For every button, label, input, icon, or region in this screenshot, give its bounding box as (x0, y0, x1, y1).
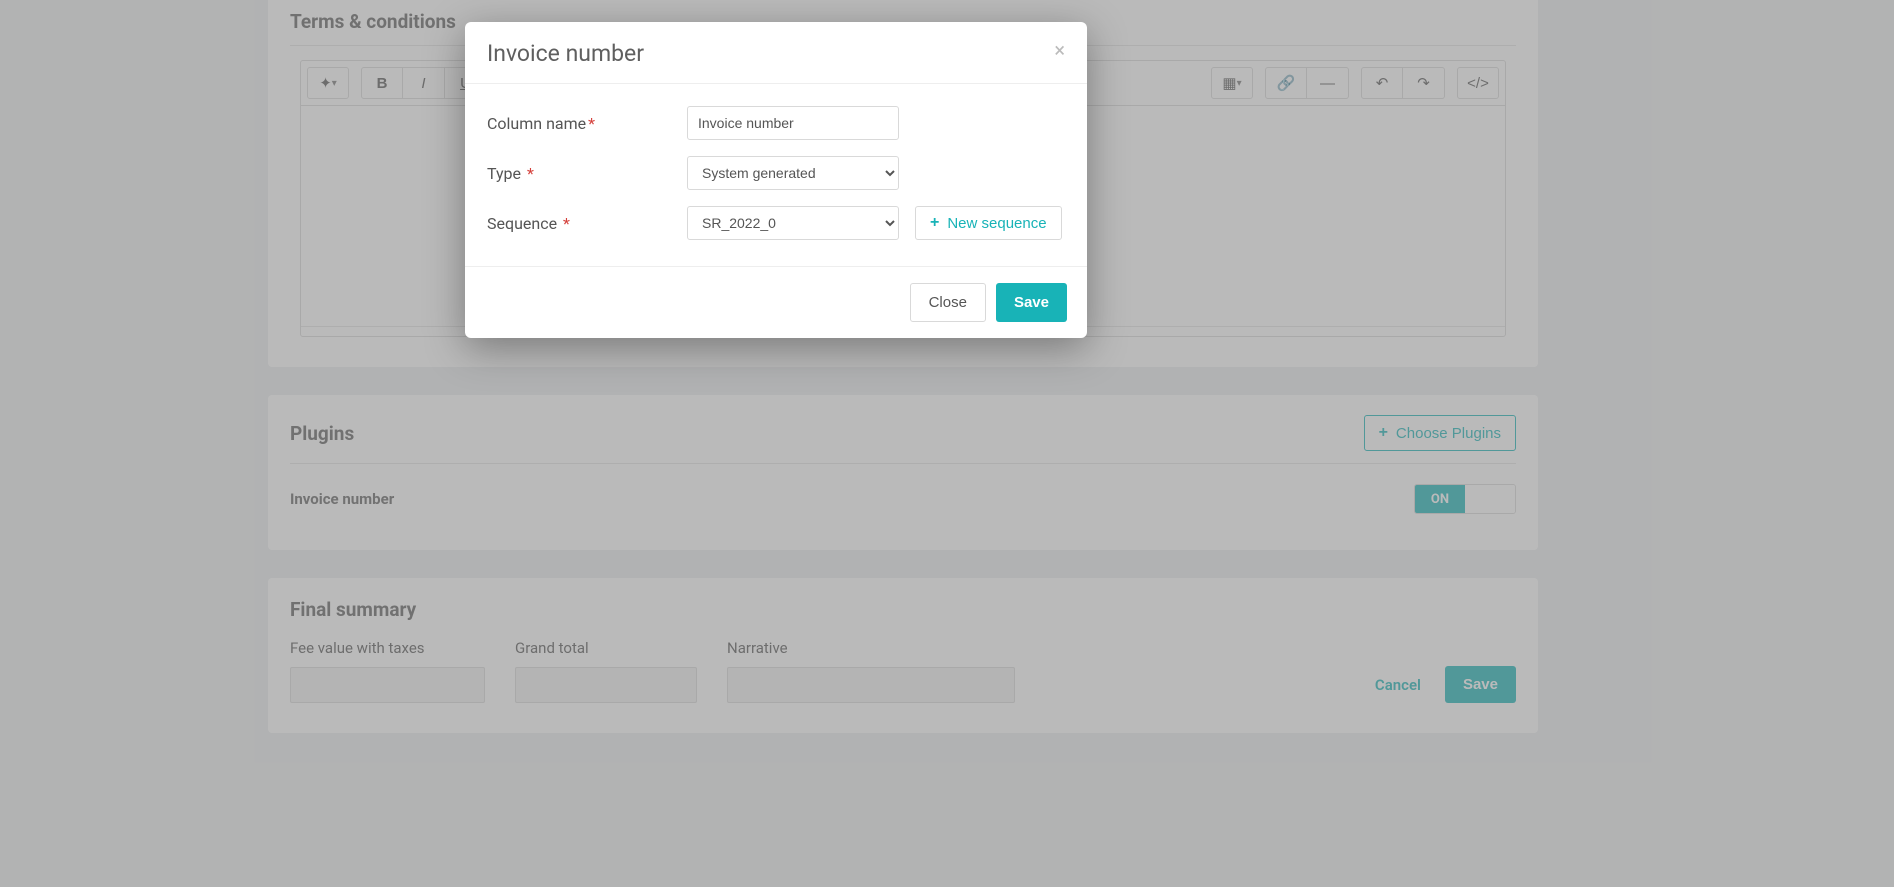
modal-footer: Close Save (465, 266, 1087, 338)
close-icon[interactable]: × (1054, 40, 1065, 60)
new-sequence-button[interactable]: New sequence (915, 206, 1062, 240)
required-mark: * (563, 214, 570, 233)
page: Terms & conditions ✦ B I U ▦ 🔗 (0, 0, 1894, 887)
type-label: Type * (487, 164, 687, 183)
sequence-label-text: Sequence (487, 214, 557, 233)
sequence-label: Sequence * (487, 214, 687, 233)
column-name-label-text: Column name (487, 114, 586, 133)
modal-close-button[interactable]: Close (910, 283, 986, 322)
modal-header: Invoice number × (465, 22, 1087, 84)
column-name-input[interactable] (687, 106, 899, 140)
type-select[interactable]: System generated (687, 156, 899, 190)
invoice-number-modal: Invoice number × Column name* Type * Sys… (465, 22, 1087, 338)
type-label-text: Type (487, 164, 521, 183)
new-sequence-label: New sequence (947, 215, 1046, 232)
required-mark: * (588, 114, 595, 133)
type-row: Type * System generated (487, 156, 1065, 190)
modal-save-button[interactable]: Save (996, 283, 1067, 322)
column-name-row: Column name* (487, 106, 1065, 140)
sequence-row: Sequence * SR_2022_0 New sequence (487, 206, 1065, 240)
required-mark: * (527, 164, 534, 183)
plus-icon (930, 214, 939, 232)
sequence-select[interactable]: SR_2022_0 (687, 206, 899, 240)
modal-body: Column name* Type * System generated Seq… (465, 84, 1087, 266)
modal-title: Invoice number (487, 40, 644, 67)
column-name-label: Column name* (487, 114, 687, 133)
